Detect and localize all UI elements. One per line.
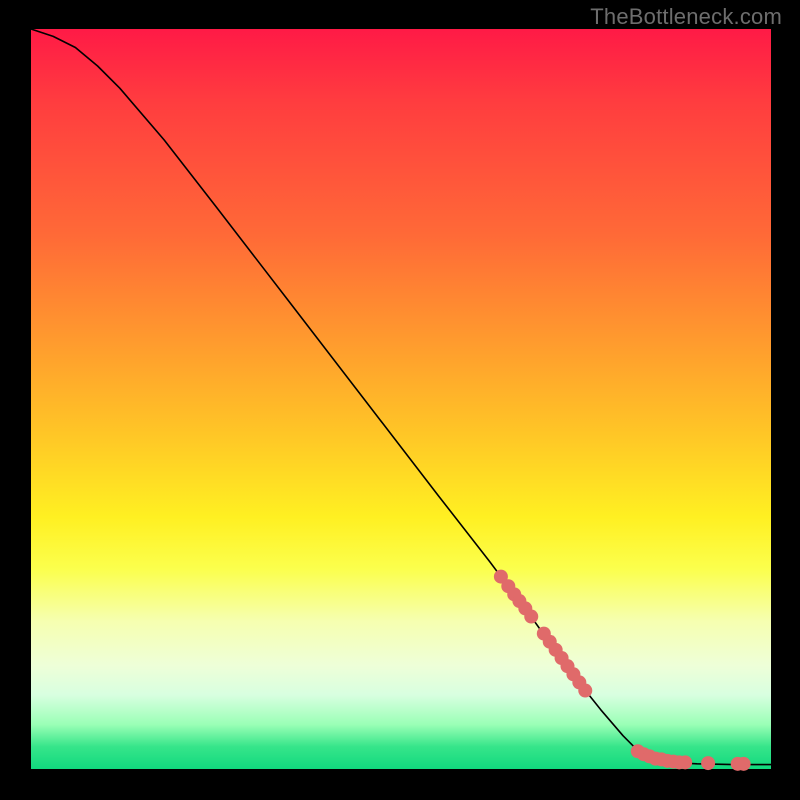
plot-overlay-svg xyxy=(31,29,771,769)
highlight-point xyxy=(524,610,538,624)
chart-container: TheBottleneck.com xyxy=(0,0,800,800)
highlight-point xyxy=(578,684,592,698)
highlight-point xyxy=(737,757,751,771)
x-axis-line xyxy=(29,769,771,771)
bottleneck-curve xyxy=(31,29,771,765)
highlight-points-group xyxy=(494,570,751,771)
watermark-text: TheBottleneck.com xyxy=(590,4,782,30)
highlight-point xyxy=(701,756,715,770)
highlight-point xyxy=(678,755,692,769)
